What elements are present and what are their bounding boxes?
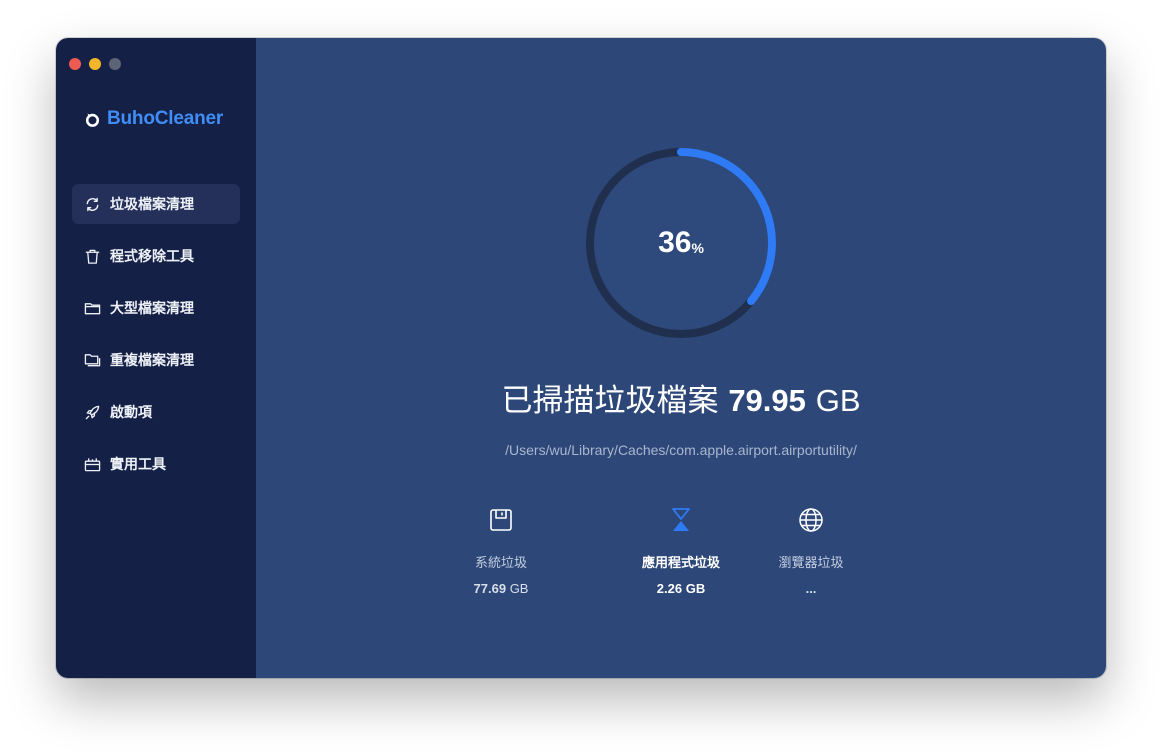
sidebar-item-startup-items[interactable]: 啟動項 (72, 392, 240, 432)
sidebar-item-app-uninstaller[interactable]: 程式移除工具 (72, 236, 240, 276)
globe-icon (799, 508, 823, 532)
category-value: 2.26 GB (656, 581, 706, 596)
current-scan-path: /Users/wu/Library/Caches/com.apple.airpo… (505, 442, 857, 458)
sidebar-item-label: 垃圾檔案清理 (110, 197, 194, 213)
app-window: BuhoCleaner 垃圾檔案清理 程式移除工具 大型檔案清理 重複檔案清理 … (56, 38, 1106, 678)
sidebar-item-label: 程式移除工具 (110, 249, 194, 265)
category-label: 應用程式垃圾 (641, 556, 720, 571)
progress-percentage: 36% (581, 143, 781, 343)
category-label: 瀏覽器垃圾 (778, 556, 844, 571)
junk-amount: 79.95 (728, 383, 806, 418)
scan-headline: 已掃描垃圾檔案 79.95 GB (256, 375, 1106, 420)
headline-prefix: 已掃描垃圾檔案 (501, 383, 719, 419)
folder-icon (84, 302, 101, 314)
sidebar-item-duplicate-files[interactable]: 重複檔案清理 (72, 340, 240, 380)
disk-icon (490, 509, 512, 531)
category-label: 系統垃圾 (474, 556, 527, 571)
trash-icon (85, 249, 100, 264)
category-browser-junk: 瀏覽器垃圾 ... (736, 504, 886, 596)
toolbox-icon (84, 457, 101, 471)
sidebar: BuhoCleaner 垃圾檔案清理 程式移除工具 大型檔案清理 重複檔案清理 … (56, 38, 256, 678)
duplicate-folder-icon (84, 353, 101, 366)
category-value: ... (805, 581, 817, 596)
zoom-window-button[interactable] (109, 58, 121, 70)
category-app-junk: 應用程式垃圾 2.26 GB (606, 504, 756, 596)
app-logo: BuhoCleaner (84, 108, 223, 130)
sidebar-item-label: 啟動項 (110, 405, 152, 421)
refresh-icon (86, 197, 99, 211)
category-value: 77.69 GB (473, 581, 529, 596)
hourglass-icon (672, 508, 690, 531)
sidebar-item-toolkit[interactable]: 實用工具 (72, 444, 240, 484)
rocket-icon (85, 405, 100, 419)
app-name: BuhoCleaner (107, 108, 224, 129)
minimize-window-button[interactable] (89, 58, 101, 70)
sidebar-item-label: 大型檔案清理 (110, 301, 194, 317)
sidebar-item-label: 重複檔案清理 (110, 353, 194, 369)
scan-progress-ring: 36% (581, 143, 781, 343)
junk-categories: 系統垃圾 77.69 GB 應用程式垃圾 2.26 GB 瀏覽器垃圾 ... (256, 504, 1106, 604)
category-system-junk: 系統垃圾 77.69 GB (426, 504, 576, 596)
sidebar-item-label: 實用工具 (110, 457, 166, 473)
buho-logo-icon (85, 113, 100, 127)
sidebar-item-junk-cleaner[interactable]: 垃圾檔案清理 (72, 184, 240, 224)
close-window-button[interactable] (69, 58, 81, 70)
junk-amount-unit: GB (815, 383, 861, 418)
window-controls (69, 58, 121, 70)
main-panel: 36% 已掃描垃圾檔案 79.95 GB /Users/wu/Library/C… (256, 38, 1106, 678)
progress-unit: % (691, 240, 704, 256)
sidebar-nav: 垃圾檔案清理 程式移除工具 大型檔案清理 重複檔案清理 啟動項 實用工具 (72, 184, 240, 496)
sidebar-item-large-files[interactable]: 大型檔案清理 (72, 288, 240, 328)
progress-value: 36 (658, 226, 692, 259)
